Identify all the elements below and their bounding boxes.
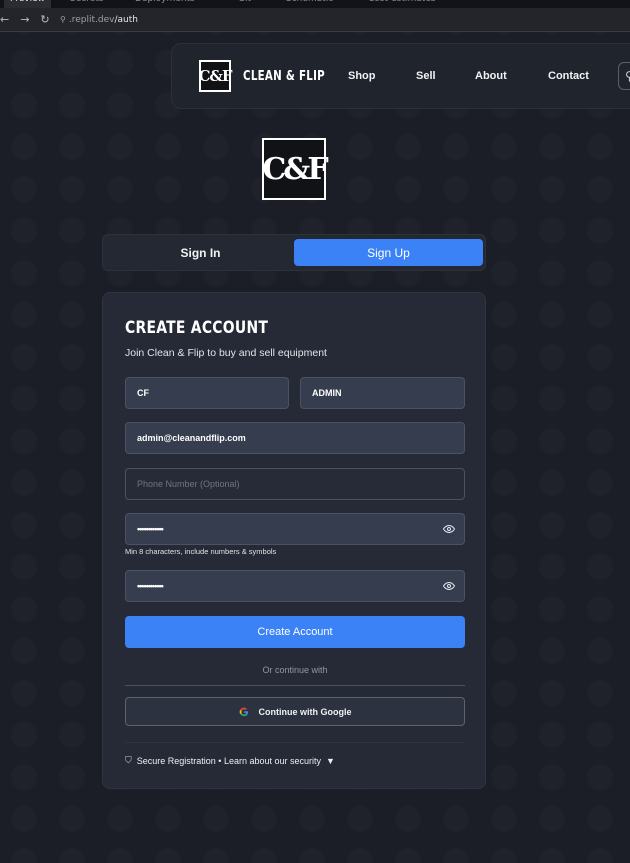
caret-down-icon: ▼ xyxy=(326,755,335,766)
tab-sign-in[interactable]: Sign In xyxy=(106,239,295,266)
last-name-value: ADMIN xyxy=(312,388,342,398)
auth-logo-text: C&F xyxy=(262,151,328,187)
password-value: •••••••••••• xyxy=(137,524,164,534)
header-logo-text: C&F xyxy=(198,67,232,85)
nav-sell[interactable]: Sell xyxy=(416,70,436,82)
confirm-password-value: •••••••••••• xyxy=(137,581,164,591)
browser-tab[interactable]: Cost-estimates xyxy=(368,0,436,8)
forward-icon[interactable]: → xyxy=(16,13,34,26)
confirm-password-field[interactable]: •••••••••••• xyxy=(125,570,465,602)
browser-tabstrip: Preview Secrets Deployments Git Schemati… xyxy=(0,0,630,8)
password-hint: Min 8 characters, include numbers & symb… xyxy=(125,547,277,556)
browser-tab[interactable]: Schematic xyxy=(286,0,333,8)
first-name-field[interactable]: CF xyxy=(125,377,289,409)
nav-about[interactable]: About xyxy=(475,70,507,82)
back-icon[interactable]: ← xyxy=(0,13,9,26)
phone-placeholder: Phone Number (Optional) xyxy=(137,479,240,489)
url-path: /auth xyxy=(114,14,138,25)
search-button[interactable]: ⚲ xyxy=(618,62,630,90)
browser-tab[interactable]: Git xyxy=(238,0,251,8)
password-field[interactable]: •••••••••••• xyxy=(125,513,465,545)
divider xyxy=(125,742,465,743)
browser-tab[interactable]: Preview xyxy=(4,0,52,8)
url-field[interactable]: ⚲ .replit.dev/auth xyxy=(60,15,138,25)
eye-icon[interactable] xyxy=(443,580,455,592)
google-signin-button[interactable]: Continue with Google xyxy=(125,697,465,726)
site-header: C&F CLEAN & FLIP Shop Sell About Contact… xyxy=(171,43,630,109)
google-button-label: Continue with Google xyxy=(258,706,352,717)
nav-contact[interactable]: Contact xyxy=(548,70,589,82)
create-account-button[interactable]: Create Account xyxy=(125,616,465,648)
address-bar: ← → ↻ ⚲ .replit.dev/auth xyxy=(0,8,630,32)
security-text: Secure Registration • Learn about our se… xyxy=(136,755,322,766)
card-subtitle: Join Clean & Flip to buy and sell equipm… xyxy=(125,347,327,359)
phone-field[interactable]: Phone Number (Optional) xyxy=(125,468,465,500)
auth-logo: C&F xyxy=(262,138,329,200)
last-name-field[interactable]: ADMIN xyxy=(300,377,465,409)
nav-shop[interactable]: Shop xyxy=(348,70,376,82)
auth-tabs: Sign In Sign Up xyxy=(102,234,486,271)
divider xyxy=(125,685,465,686)
signup-card: CREATE ACCOUNT Join Clean & Flip to buy … xyxy=(102,292,486,789)
email-field[interactable]: admin@cleanandflip.com xyxy=(125,422,465,454)
first-name-value: CF xyxy=(137,388,149,398)
brand-link[interactable]: C&F CLEAN & FLIP xyxy=(198,60,336,92)
browser-tab[interactable]: Deployments xyxy=(135,0,195,8)
search-icon: ⚲ xyxy=(625,69,630,83)
google-icon xyxy=(239,707,248,716)
reload-icon[interactable]: ↻ xyxy=(36,13,54,26)
site-info-icon[interactable]: ⚲ xyxy=(60,15,66,24)
shield-icon: ⛉ xyxy=(125,755,132,765)
browser-tab[interactable]: Secrets xyxy=(70,0,103,8)
security-info-toggle[interactable]: ⛉ Secure Registration • Learn about our … xyxy=(125,755,335,766)
card-title: CREATE ACCOUNT xyxy=(125,318,269,338)
email-value: admin@cleanandflip.com xyxy=(137,433,246,443)
tab-sign-up[interactable]: Sign Up xyxy=(294,239,483,266)
eye-icon[interactable] xyxy=(443,523,455,535)
header-logo: C&F xyxy=(198,60,233,92)
url-host: .replit.dev xyxy=(68,14,115,25)
divider-text: Or continue with xyxy=(262,665,328,675)
brand-name: CLEAN & FLIP xyxy=(243,68,325,84)
